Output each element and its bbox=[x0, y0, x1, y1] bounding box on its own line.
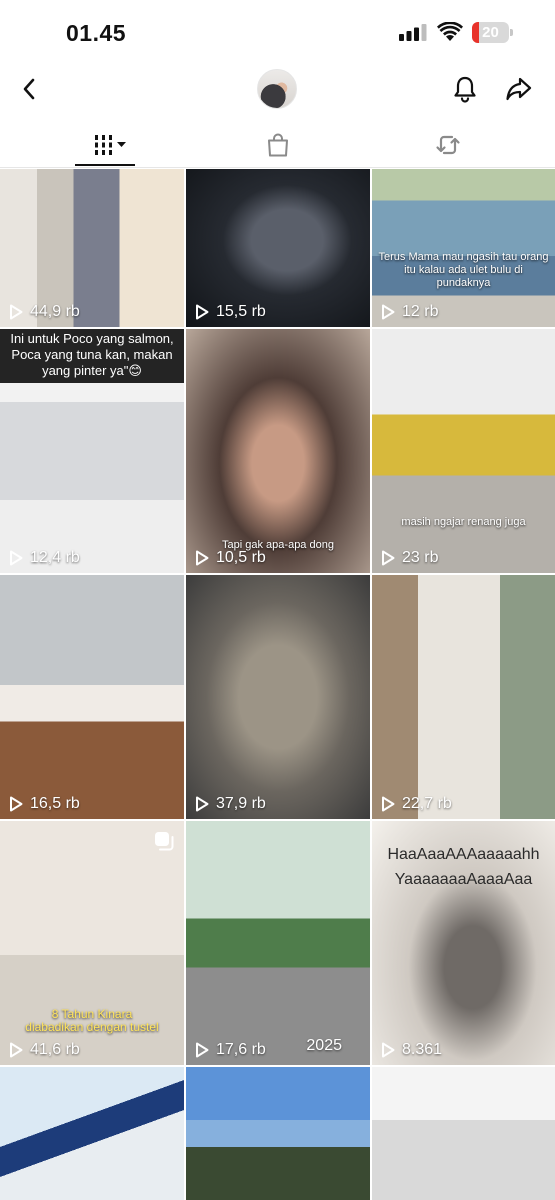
play-icon bbox=[10, 1042, 23, 1058]
back-button[interactable] bbox=[12, 72, 46, 106]
play-icon bbox=[382, 796, 395, 812]
play-icon bbox=[382, 1042, 395, 1058]
view-count-text: 17,6 rb bbox=[216, 1041, 266, 1058]
video-tile[interactable]: Terus Mama mau ngasih tau orang itu kala… bbox=[372, 169, 555, 327]
bell-icon bbox=[454, 76, 476, 103]
play-icon bbox=[196, 796, 209, 812]
tab-shop[interactable] bbox=[258, 122, 298, 168]
view-count: 37,9 rb bbox=[195, 795, 266, 813]
view-count-text: 23 rb bbox=[402, 549, 439, 566]
play-icon bbox=[10, 550, 23, 566]
video-tile[interactable] bbox=[0, 1067, 184, 1200]
status-time: 01.45 bbox=[66, 20, 127, 46]
status-bar: 01.45 20 bbox=[0, 0, 555, 64]
video-tile[interactable] bbox=[372, 1067, 555, 1200]
view-count: 15,5 rb bbox=[195, 303, 266, 321]
view-count-text: 10,5 rb bbox=[216, 549, 266, 566]
battery-percent: 20 bbox=[482, 24, 499, 41]
video-caption: 8 Tahun Kinara diabadikan dengan tustel bbox=[4, 1008, 180, 1034]
play-icon bbox=[382, 304, 395, 320]
view-count: 41,6 rb bbox=[9, 1041, 80, 1059]
view-count-text: 15,5 rb bbox=[216, 303, 266, 320]
video-tile[interactable] bbox=[186, 1067, 370, 1200]
video-tile[interactable]: 8 Tahun Kinara diabadikan dengan tustel … bbox=[0, 821, 184, 1065]
chevron-left-icon bbox=[23, 78, 35, 100]
video-tile[interactable]: 44,9 rb bbox=[0, 169, 184, 327]
video-grid: 44,9 rb 15,5 rb Terus Mama mau ngasih ta… bbox=[0, 169, 555, 1200]
play-icon bbox=[196, 304, 209, 320]
avatar[interactable] bbox=[257, 69, 297, 109]
year-label: 2025 bbox=[306, 1037, 342, 1054]
play-icon bbox=[196, 550, 209, 566]
videos-grid-icon bbox=[95, 135, 126, 155]
view-count: 16,5 rb bbox=[9, 795, 80, 813]
active-tab-indicator bbox=[75, 164, 135, 166]
video-tile[interactable]: masih ngajar renang juga 23 rb bbox=[372, 329, 555, 573]
tab-repost[interactable] bbox=[428, 122, 468, 168]
profile-tabs bbox=[0, 122, 555, 168]
play-icon bbox=[10, 304, 23, 320]
play-icon bbox=[196, 1042, 209, 1058]
video-caption: Ini untuk Poco yang salmon, Poca yang tu… bbox=[0, 329, 184, 383]
view-count: 22,7 rb bbox=[381, 795, 452, 813]
view-count: 8.361 bbox=[381, 1041, 442, 1059]
view-count-text: 8.361 bbox=[402, 1041, 443, 1058]
notifications-button[interactable] bbox=[448, 72, 482, 106]
view-count-text: 12,4 rb bbox=[30, 549, 80, 566]
caption-line: diabadikan dengan tustel bbox=[25, 1020, 159, 1034]
meme-text-line: YaaaaaaaAaaaAaa bbox=[394, 871, 533, 888]
video-tile[interactable]: Ini untuk Poco yang salmon, Poca yang tu… bbox=[0, 329, 184, 573]
video-tile[interactable]: 22,7 rb bbox=[372, 575, 555, 819]
battery-indicator: 20 bbox=[472, 22, 514, 43]
play-icon bbox=[10, 796, 23, 812]
video-caption: Terus Mama mau ngasih tau orang itu kala… bbox=[378, 251, 549, 289]
view-count-text: 37,9 rb bbox=[216, 795, 266, 812]
wifi-icon bbox=[437, 22, 463, 41]
video-caption: masih ngajar renang juga bbox=[401, 516, 526, 528]
view-count: 12,4 rb bbox=[9, 549, 80, 567]
meme-text-line: HaaAaaAAAaaaaahh bbox=[387, 846, 540, 863]
repost-icon bbox=[436, 135, 460, 155]
video-tile[interactable]: HaaAaaAAAaaaaahh YaaaaaaaAaaaAaa 8.361 bbox=[372, 821, 555, 1065]
view-count: 17,6 rb bbox=[195, 1041, 266, 1059]
view-count: 44,9 rb bbox=[9, 303, 80, 321]
view-count: 12 rb bbox=[381, 303, 438, 321]
cellular-signal-icon bbox=[399, 24, 427, 41]
view-count-text: 44,9 rb bbox=[30, 303, 80, 320]
view-count: 23 rb bbox=[381, 549, 438, 567]
view-count-text: 16,5 rb bbox=[30, 795, 80, 812]
view-count-text: 41,6 rb bbox=[30, 1041, 80, 1058]
play-icon bbox=[382, 550, 395, 566]
view-count-text: 12 rb bbox=[402, 303, 439, 320]
tab-videos[interactable] bbox=[75, 122, 135, 168]
video-tile[interactable]: Tapi gak apa-apa dong 10,5 rb bbox=[186, 329, 370, 573]
profile-header bbox=[0, 64, 555, 120]
share-arrow-icon bbox=[506, 77, 532, 101]
view-count-text: 22,7 rb bbox=[402, 795, 452, 812]
multiple-photos-icon bbox=[155, 832, 174, 851]
share-button[interactable] bbox=[502, 72, 536, 106]
video-tile[interactable]: 15,5 rb bbox=[186, 169, 370, 327]
video-tile[interactable]: 16,5 rb bbox=[0, 575, 184, 819]
view-count: 10,5 rb bbox=[195, 549, 266, 567]
shopping-bag-icon bbox=[268, 133, 288, 157]
video-tile[interactable]: 2025 17,6 rb bbox=[186, 821, 370, 1065]
video-tile[interactable]: 37,9 rb bbox=[186, 575, 370, 819]
